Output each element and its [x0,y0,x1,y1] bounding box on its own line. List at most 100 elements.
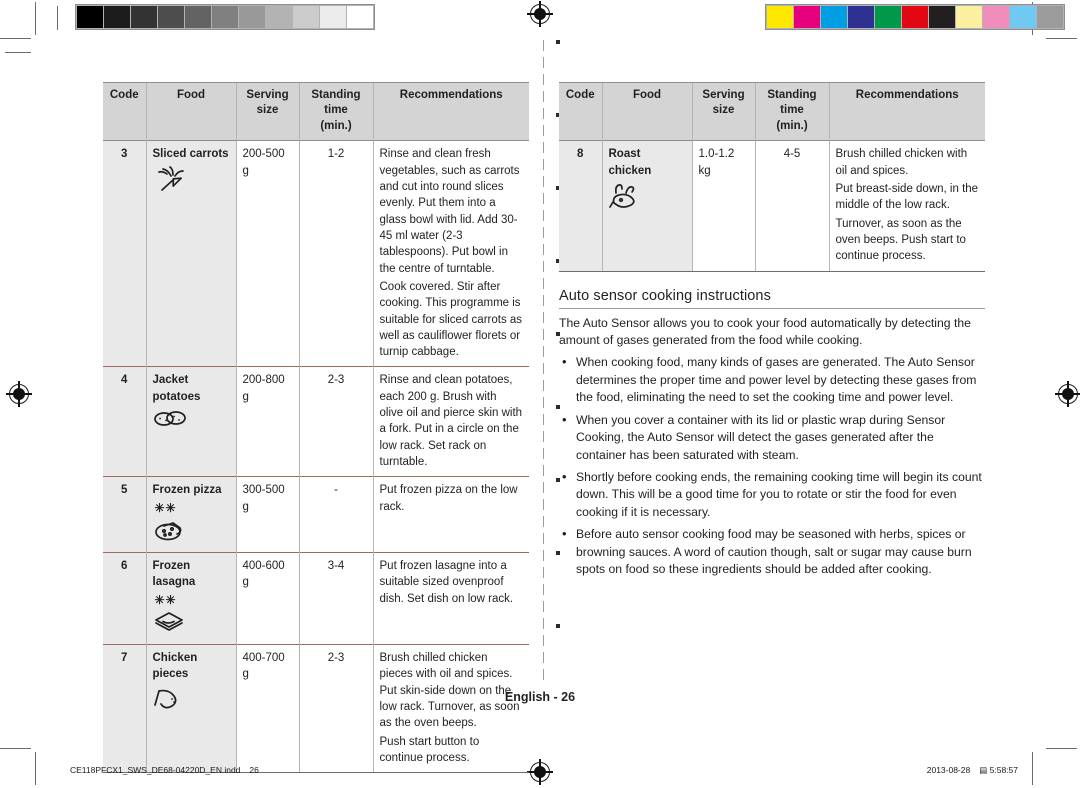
swatch-1 [104,6,130,28]
swatch-6 [929,6,955,28]
swatch-4 [185,6,211,28]
crop-mark-br-h [1046,748,1077,749]
recommendation-paragraph: Put breast-side down, in the middle of t… [835,182,979,212]
cell-serving-size: 400-700 g [235,644,299,773]
swatch-9 [320,6,346,28]
col-header-recommendations: Recommendations [828,83,985,141]
table-row: 3 Sliced carrots 200-500 g 1-2 Rinse and cle… [103,140,529,367]
registration-mark-left [6,381,32,407]
left-column: Code Food Serving size Standing time (mi… [103,82,529,774]
col-header-standing-line2: time [324,104,348,117]
cell-food: Frozen lasagna ✳✳ [145,552,236,645]
swatch-5 [902,6,928,28]
swatch-5 [212,6,238,28]
cell-recommendations: Brush chilled chicken pieces with oil an… [372,644,529,773]
registration-mark-bottom [527,759,553,785]
registration-mark-top [527,1,553,27]
recommendation-paragraph: Put frozen lasagne into a suitable sized… [379,560,514,605]
registration-mark-right [1055,381,1080,407]
left-table-body: 3 Sliced carrots 200-500 g 1-2 Rinse and cle… [103,140,529,773]
color-control-bar [765,4,1065,30]
cell-food: Jacket potatoes [145,366,236,477]
col-header-serving-size: Serving size [235,83,299,141]
page-number-footer: English - 26 [504,690,576,704]
section-bullet-item: When you cover a container with its lid … [559,411,985,464]
swatch-8 [293,6,319,28]
running-footer-timestamp: 2013-08-28 ▤ 5:58:57 [927,765,1018,776]
auto-cook-table-right: Code Food Serving size Standing time (mi… [559,83,985,271]
swatch-0 [77,6,103,28]
table-header-row: Code Food Serving size Standing time (mi… [103,83,529,141]
cell-serving-size: 1.0-1.2 kg [691,140,755,271]
cell-standing-time: 2-3 [298,644,373,773]
cell-recommendations: Brush chilled chicken with oil and spice… [828,140,985,271]
cell-code: 7 [103,644,146,773]
cell-standing-time: 3-4 [298,552,373,645]
col-header-serving-size: Serving size [691,83,755,141]
cell-code: 8 [559,140,602,271]
recommendation-paragraph: Push start button to continue process. [379,735,480,765]
right-column: Code Food Serving size Standing time (mi… [559,82,985,579]
recommendation-paragraph: Put frozen pizza on the low rack. [379,484,518,513]
carrot-icon [153,165,230,197]
cell-standing-time: 1-2 [298,140,373,367]
crop-mark-tl-h [0,38,31,39]
crop-mark-bl-v [35,752,36,785]
col-header-code: Code [559,83,602,141]
left-table-wrapper: Code Food Serving size Standing time (mi… [103,82,529,774]
frozen-stars-icon: ✳✳ [154,592,177,607]
food-label: Frozen lasagna [152,560,196,589]
table-row: 8 Roast chicken 1.0-1.2 kg 4-5 Brush chilled… [559,140,985,271]
swatch-10 [347,6,373,28]
crop-mark-br-v [1032,752,1033,785]
cell-standing-time: - [298,476,373,553]
section-bullet-list: When cooking food, many kinds of gases a… [559,353,985,578]
grayscale-step-wedge [75,4,375,30]
cell-code: 5 [103,476,146,553]
footer-meridiem: ▤ [979,765,988,775]
pizza-icon [153,517,230,546]
recommendation-paragraph: Cook covered. Stir after cooking. This p… [379,280,523,359]
swatch-10 [1037,6,1063,28]
footer-time: 5:58:57 [989,765,1018,775]
col-header-recommendations: Recommendations [372,83,529,141]
cell-code: 6 [103,552,146,645]
food-label: Jacket potatoes [152,374,201,403]
swatch-3 [848,6,874,28]
roast-chicken-icon [608,182,686,219]
swatch-4 [875,6,901,28]
swatch-3 [158,6,184,28]
col-header-standing-time: Standing time (min.) [298,83,373,141]
cell-food: Roast chicken [601,140,692,271]
cell-food: Sliced carrots [145,140,236,367]
cell-standing-time: 2-3 [298,366,373,477]
cell-code: 4 [103,366,146,477]
crop-mark-tl-h2 [5,52,31,53]
cell-food: Chicken pieces [145,644,236,773]
swatch-2 [821,6,847,28]
right-table-body: 8 Roast chicken 1.0-1.2 kg 4-5 Brush chilled… [559,140,985,271]
cell-recommendations: Put frozen lasagne into a suitable sized… [372,552,529,645]
col-header-code: Code [103,83,146,141]
table-row: 5 Frozen pizza ✳✳ 300-500 g - Put frozen pizz… [103,476,529,553]
section-bullet-item: Before auto sensor cooking food may be s… [559,525,985,578]
footer-file-page: 26 [249,765,259,775]
lasagna-icon [153,609,230,638]
col-header-standing-line1: Standing [311,89,361,101]
col-header-food: Food [145,83,236,141]
recommendation-paragraph: Turnover, as soon as the oven beeps. Pus… [835,217,966,263]
col-header-serving-line1: Serving [702,89,745,101]
swatch-6 [239,6,265,28]
table-row: 6 Frozen lasagna ✳✳ 400-600 g 3-4 Put frozen … [103,552,529,645]
section-bullet-item: Shortly before cooking ends, the remaini… [559,468,985,521]
col-header-serving-line2: size [256,104,279,117]
cell-code: 3 [103,140,146,367]
section-bullet-item: When cooking food, many kinds of gases a… [559,353,985,406]
centre-fold-line [543,40,544,680]
swatch-0 [767,6,793,28]
col-header-standing-time: Standing time (min.) [754,83,829,141]
frozen-stars-icon: ✳✳ [154,500,177,515]
cell-serving-size: 400-600 g [235,552,299,645]
cell-food: Frozen pizza ✳✳ [145,476,236,553]
auto-sensor-section: Auto sensor cooking instructions The Aut… [559,288,985,579]
